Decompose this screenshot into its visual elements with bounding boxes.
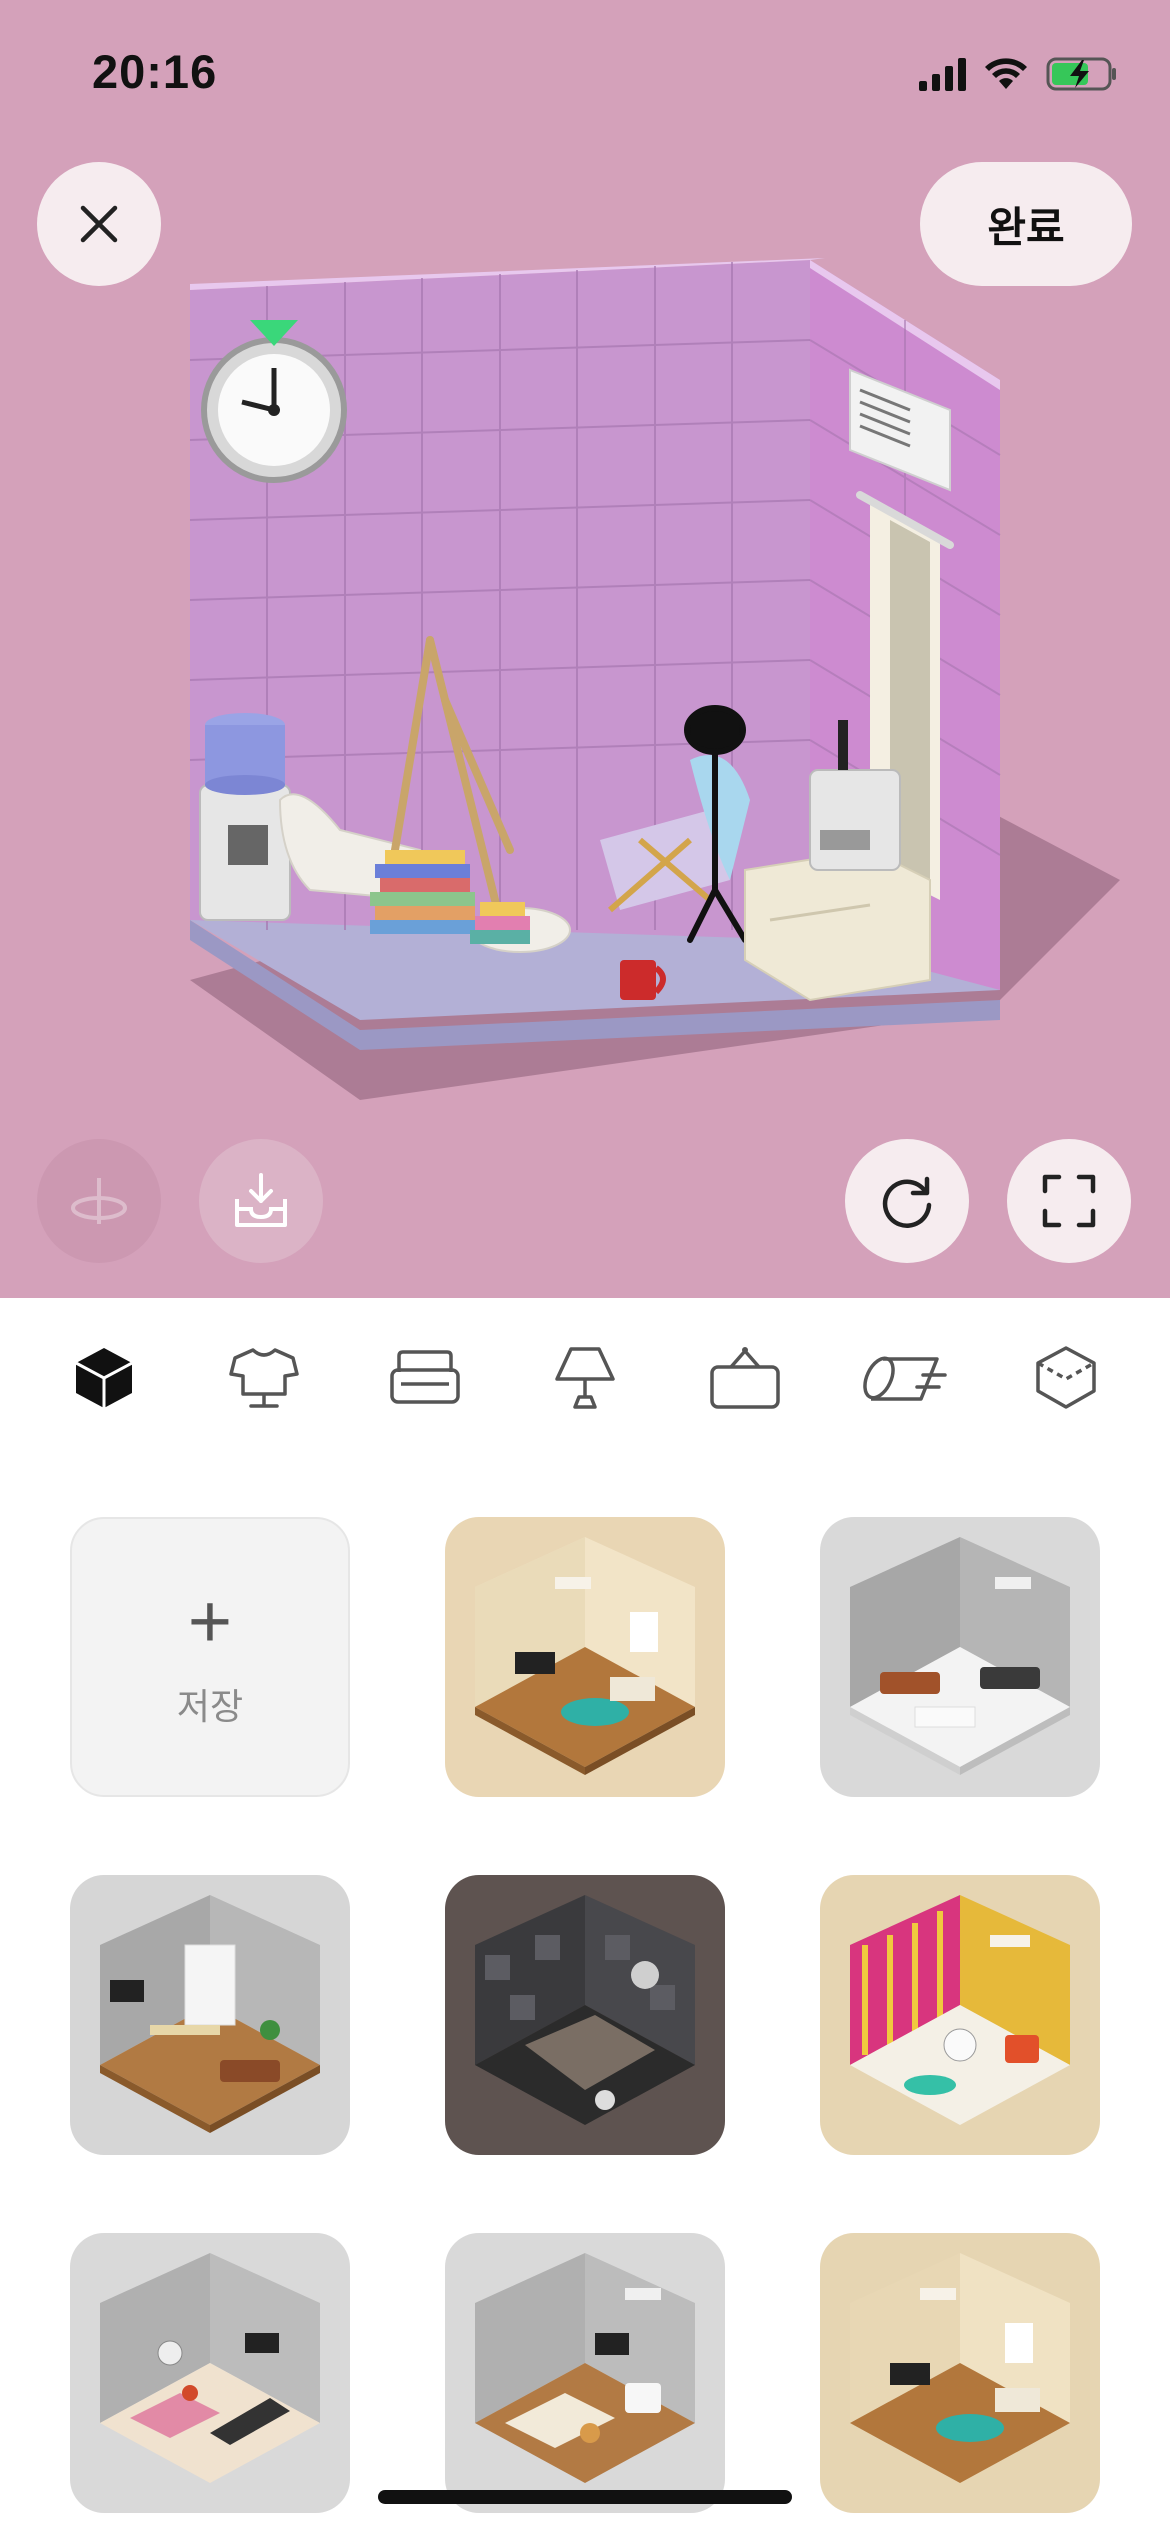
wallpaper-icon	[1036, 1346, 1096, 1409]
home-indicator[interactable]	[378, 2490, 792, 2504]
preset-office-gray[interactable]	[70, 1875, 350, 2155]
reset-button[interactable]	[845, 1139, 969, 1263]
preset-music-room[interactable]	[820, 1875, 1100, 2155]
clothing-icon	[229, 1348, 300, 1408]
save-label: 저장	[176, 1687, 244, 1728]
water-dispenser	[199, 713, 291, 921]
preset-bedroom-dark[interactable]	[445, 1875, 725, 2155]
room-3d-view[interactable]	[170, 240, 1130, 1120]
room-thumbnail	[850, 2253, 1070, 2483]
preset-bedroom-gray[interactable]	[445, 2233, 725, 2513]
close-button[interactable]	[37, 162, 161, 286]
preset-living-room-gray[interactable]	[820, 1517, 1100, 1797]
category-tabs	[0, 1298, 1170, 1458]
tab-flooring[interactable]	[851, 1323, 961, 1433]
tab-lighting[interactable]	[530, 1323, 640, 1433]
room-thumbnail	[475, 2253, 695, 2483]
preset-gym-room[interactable]	[70, 2233, 350, 2513]
room-thumbnail	[475, 1895, 695, 2125]
status-icons	[919, 52, 1118, 96]
tab-wallpaper[interactable]	[1011, 1323, 1121, 1433]
side-table	[744, 848, 931, 1002]
tab-furniture[interactable]	[370, 1323, 480, 1433]
rotate-view-button[interactable]	[37, 1139, 161, 1263]
room-thumbnail	[100, 2253, 320, 2483]
room-thumbnail	[100, 1895, 320, 2133]
room-editor: 20:16 완료	[0, 0, 1170, 1298]
status-bar: 20:16	[0, 0, 1170, 140]
tab-clothing[interactable]	[209, 1323, 319, 1433]
room-thumbnail	[850, 1537, 1070, 1775]
tab-wall-decor[interactable]	[690, 1323, 800, 1433]
room-thumbnail	[850, 1895, 1070, 2125]
rotate-view-icon	[71, 1178, 127, 1224]
plus-icon: +	[187, 1579, 233, 1664]
wifi-icon	[985, 58, 1027, 89]
status-time: 20:16	[92, 45, 218, 98]
close-icon	[80, 205, 118, 243]
cellular-signal-icon	[919, 57, 966, 91]
room-cube-icon	[75, 1348, 133, 1408]
wall-frame-icon	[710, 1347, 781, 1409]
save-room-button[interactable]: + 저장	[70, 1517, 350, 1797]
sofa-icon	[389, 1350, 460, 1404]
tab-room-presets[interactable]	[49, 1323, 159, 1433]
floor-rug-icon	[862, 1356, 947, 1401]
lamp-icon	[555, 1347, 615, 1409]
fullscreen-icon	[1042, 1174, 1096, 1228]
room-thumbnail	[475, 1537, 695, 1775]
fullscreen-button[interactable]	[1007, 1139, 1131, 1263]
battery-charging-icon	[1046, 57, 1116, 91]
save-image-button[interactable]	[199, 1139, 323, 1263]
refresh-icon	[882, 1176, 932, 1228]
preset-living-room-beige[interactable]	[445, 1517, 725, 1797]
preset-living-room-beige-2[interactable]	[820, 2233, 1100, 2513]
download-tray-icon	[235, 1173, 287, 1227]
